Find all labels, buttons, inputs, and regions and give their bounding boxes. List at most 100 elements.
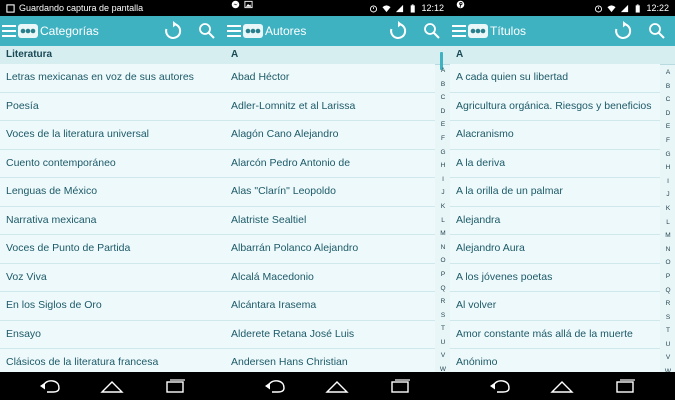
index-letter[interactable]: B [666,80,670,94]
index-letter[interactable]: I [442,173,444,187]
list-item[interactable]: Voz Viva [0,263,225,292]
refresh-icon[interactable] [613,21,633,41]
list-item[interactable]: Lenguas de México [0,178,225,207]
index-letter[interactable]: T [441,322,445,336]
home-icon[interactable] [324,377,350,395]
list-item[interactable]: A la orilla de un palmar [450,178,660,207]
index-letter[interactable]: U [666,338,671,352]
index-letter[interactable]: I [667,175,669,189]
index-letter[interactable]: L [666,216,670,230]
list-item[interactable]: Agricultura orgánica. Riesgos y benefici… [450,92,660,121]
list-item[interactable]: Cuento contemporáneo [0,149,225,178]
back-icon[interactable] [487,377,513,395]
list-item[interactable]: A los jóvenes poetas [450,263,660,292]
index-letter[interactable]: U [441,336,446,350]
list-item[interactable]: Abad Héctor [225,64,435,93]
list-item[interactable]: Letras mexicanas en voz de sus autores [0,64,225,93]
list-item[interactable]: Adler-Lomnitz et al Larissa [225,92,435,121]
index-letter[interactable]: P [441,268,445,282]
list-item[interactable]: Amor constante más allá de la muerte [450,320,660,349]
nav-bar [225,372,450,400]
list-item[interactable]: Poesía [0,92,225,121]
index-letter[interactable]: M [440,227,445,241]
list-item[interactable]: Voces de la literatura universal [0,121,225,150]
menu-icon[interactable] [452,22,468,40]
index-letter[interactable]: S [666,311,670,325]
menu-icon[interactable] [2,22,18,40]
index-letter[interactable]: G [440,146,445,160]
list-item[interactable]: Ensayo [0,320,225,349]
search-icon[interactable] [198,22,216,40]
signal-icon [395,4,404,13]
index-letter[interactable]: A [666,66,670,80]
index-letter[interactable]: H [666,161,671,175]
index-letter[interactable]: K [666,202,670,216]
index-letter[interactable]: O [440,254,445,268]
index-letter[interactable]: T [666,324,670,338]
index-letter[interactable]: M [665,229,670,243]
index-letter[interactable]: H [441,159,446,173]
index-letter[interactable]: P [666,270,670,284]
refresh-icon[interactable] [388,21,408,41]
index-letter[interactable]: E [441,118,445,132]
list-item[interactable]: Albarrán Polanco Alejandro [225,235,435,264]
index-letter[interactable]: D [441,105,446,119]
recent-apps-icon[interactable] [162,377,188,395]
list-item[interactable]: Alcalá Macedonio [225,263,435,292]
index-letter[interactable]: C [441,91,446,105]
index-letter[interactable]: R [666,297,671,311]
screenshot-icon [6,3,15,13]
index-letter[interactable]: R [441,295,446,309]
recent-apps-icon[interactable] [387,377,413,395]
alphabet-index[interactable]: A B C D E F G H I J K L M N O P Q R S T … [662,66,674,400]
index-letter[interactable]: J [666,188,669,202]
index-letter[interactable]: K [441,200,445,214]
search-icon[interactable] [648,22,666,40]
list-item[interactable]: Alejandro Aura [450,235,660,264]
index-letter[interactable]: V [666,351,670,365]
back-icon[interactable] [37,377,63,395]
list-item[interactable]: Alatriste Sealtiel [225,206,435,235]
menu-icon[interactable] [227,22,243,40]
list-item[interactable]: Narrativa mexicana [0,206,225,235]
logo-icon [468,22,488,40]
status-time: 12:12 [421,3,444,13]
index-letter[interactable]: C [666,93,671,107]
list-item[interactable]: Alacranismo [450,121,660,150]
list-item[interactable]: A cada quien su libertad [450,64,660,93]
list-item[interactable]: Al volver [450,292,660,321]
index-letter[interactable]: O [665,256,670,270]
index-letter[interactable]: F [666,134,670,148]
index-letter[interactable]: A [441,64,445,78]
list-item[interactable]: Alejandra [450,206,660,235]
list-item[interactable]: A la deriva [450,149,660,178]
list-item[interactable]: Alagón Cano Alejandro [225,121,435,150]
index-letter[interactable]: N [441,241,446,255]
index-letter[interactable]: J [441,186,444,200]
recent-apps-icon[interactable] [612,377,638,395]
back-icon[interactable] [262,377,288,395]
list-item[interactable]: Alarcón Pedro Antonio de [225,149,435,178]
index-letter[interactable]: L [441,214,445,228]
list-item[interactable]: Voces de Punto de Partida [0,235,225,264]
index-letter[interactable]: F [441,132,445,146]
home-icon[interactable] [549,377,575,395]
index-letter[interactable]: S [441,309,445,323]
index-letter[interactable]: E [666,120,670,134]
search-icon[interactable] [423,22,441,40]
refresh-icon[interactable] [163,21,183,41]
index-letter[interactable]: G [665,148,670,162]
list-item[interactable]: En los Siglos de Oro [0,292,225,321]
list-item[interactable]: Alderete Retana José Luis [225,320,435,349]
index-letter[interactable]: D [666,107,671,121]
status-time: 12:22 [646,3,669,13]
index-letter[interactable]: Q [665,284,670,298]
home-icon[interactable] [99,377,125,395]
index-letter[interactable]: V [441,349,445,363]
list-item[interactable]: Alcántara Irasema [225,292,435,321]
index-letter[interactable]: Q [440,282,445,296]
alphabet-index[interactable]: A B C D E F G H I J K L M N O P Q R S T … [437,64,449,400]
list-item[interactable]: Alas "Clarín" Leopoldo [225,178,435,207]
index-letter[interactable]: B [441,78,445,92]
index-letter[interactable]: N [666,243,671,257]
